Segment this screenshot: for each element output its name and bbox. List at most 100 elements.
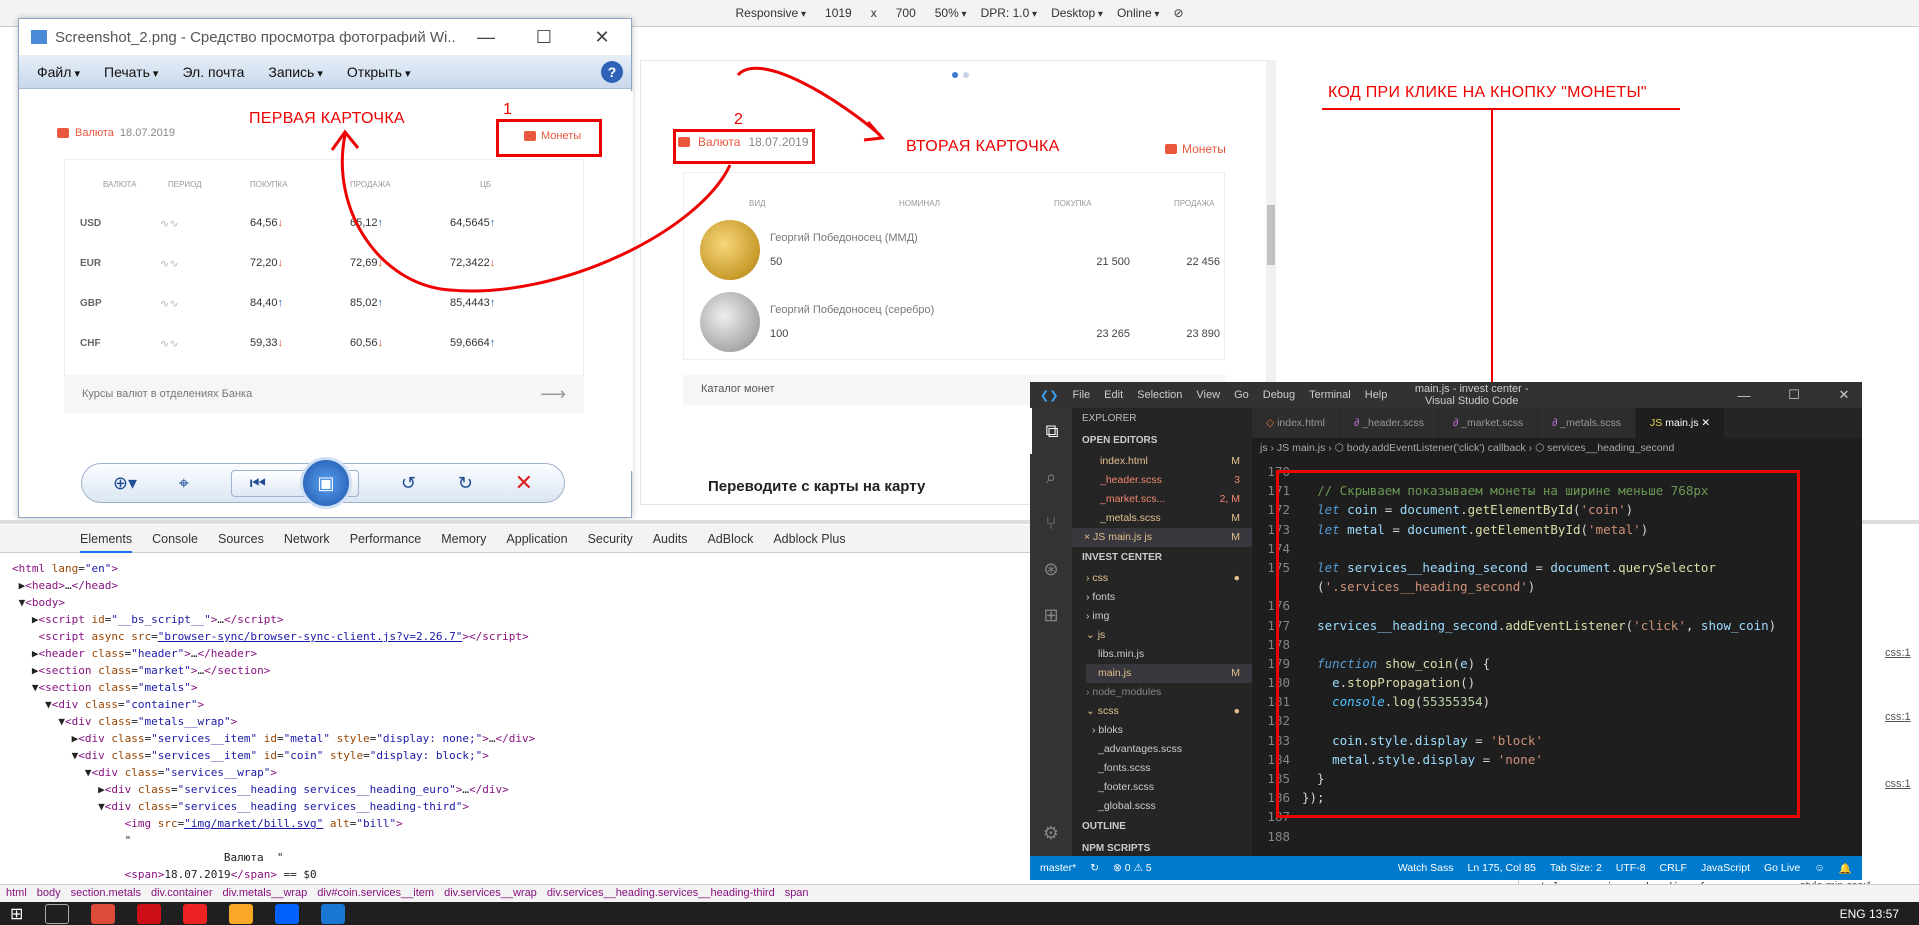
tree-item[interactable]: › node_modules (1086, 683, 1252, 702)
tree-item[interactable]: _advantages.scss (1086, 740, 1252, 759)
explorer-icon[interactable]: ⧉ (1030, 408, 1072, 454)
tree-item[interactable]: _global.scss (1086, 797, 1252, 816)
height-input[interactable]: 700 (891, 4, 921, 22)
tree-item[interactable]: libs.min.js (1086, 645, 1252, 664)
explorer-folder-icon[interactable] (229, 903, 254, 924)
tab-sources[interactable]: Sources (218, 532, 264, 546)
crumb[interactable]: div.services__heading.services__heading-… (547, 887, 775, 900)
menu-selection[interactable]: Selection (1137, 389, 1182, 401)
network-select[interactable]: Online (1117, 6, 1160, 20)
feedback-icon[interactable]: ☺ (1814, 862, 1825, 874)
watch-sass-button[interactable]: Watch Sass (1398, 862, 1454, 874)
tree-item[interactable]: _fonts.scss (1086, 759, 1252, 778)
tab-memory[interactable]: Memory (441, 532, 486, 546)
tree-item[interactable]: › fonts (1086, 588, 1252, 607)
problems-count[interactable]: ⊗ 0 ⚠ 5 (1113, 862, 1152, 874)
yandex-icon[interactable] (183, 903, 208, 924)
card1-currency-tab[interactable]: Валюта 18.07.2019 (57, 127, 175, 139)
crumb[interactable]: div.container (151, 887, 213, 900)
dropbox-icon[interactable] (275, 903, 300, 924)
menu-file[interactable]: File (1072, 389, 1090, 401)
style-source-link[interactable]: css:1 (1885, 711, 1911, 723)
card2-coins-button[interactable]: Монеты (1165, 142, 1226, 156)
git-branch[interactable]: master* (1040, 862, 1076, 874)
tab-console[interactable]: Console (152, 532, 198, 546)
tree-item[interactable]: › css ● (1086, 569, 1252, 588)
rotate-icon[interactable]: ⊘ (1173, 6, 1183, 20)
minimize-button[interactable]: — (457, 27, 515, 48)
rotate-left-icon[interactable]: ↺ (401, 473, 416, 494)
tab-audits[interactable]: Audits (653, 532, 688, 546)
menu-file[interactable]: Файл (37, 64, 80, 80)
cursor-position[interactable]: Ln 175, Col 85 (1468, 862, 1536, 874)
minimize-button[interactable]: — (1726, 388, 1762, 403)
tab-security[interactable]: Security (588, 532, 633, 546)
chrome-icon[interactable] (91, 903, 116, 924)
menu-burn[interactable]: Запись (268, 64, 323, 80)
sync-icon[interactable]: ↻ (1090, 862, 1099, 874)
width-input[interactable]: 1019 (820, 4, 857, 22)
menu-print[interactable]: Печать (104, 64, 158, 80)
tree-item[interactable]: ⌄ scss ● (1086, 702, 1252, 721)
tab-adblock-plus[interactable]: Adblock Plus (773, 532, 845, 546)
style-source-link[interactable]: css:1 (1885, 647, 1911, 659)
windows-start-icon[interactable]: ⊞ (10, 904, 23, 924)
maximize-button[interactable]: ☐ (515, 27, 573, 48)
bell-icon[interactable]: 🔔 (1839, 862, 1852, 875)
tab-main-js[interactable]: JS main.js ✕ (1635, 408, 1726, 438)
menu-terminal[interactable]: Terminal (1309, 389, 1351, 401)
crumb[interactable]: div.services__wrap (444, 887, 537, 900)
tab-application[interactable]: Application (506, 532, 567, 546)
style-source-link[interactable]: css:1 (1885, 778, 1911, 790)
encoding[interactable]: UTF-8 (1616, 862, 1646, 874)
slider-dots[interactable] (952, 72, 969, 78)
crumb[interactable]: body (37, 887, 61, 900)
project-heading[interactable]: INVEST CENTER (1072, 547, 1252, 569)
settings-gear-icon[interactable]: ⚙ (1030, 810, 1072, 856)
table-row[interactable]: CHF ∿∿ 59,33↓ 60,56↓ 59,6664↑ (65, 323, 583, 363)
vscode-taskbar-icon[interactable] (321, 903, 346, 924)
currency-footer-link[interactable]: Курсы валют в отделениях Банка ⟶ (64, 375, 584, 413)
line-ending[interactable]: CRLF (1660, 862, 1687, 874)
language-mode[interactable]: JavaScript (1701, 862, 1750, 874)
open-file-item[interactable]: _metals.scss M (1100, 509, 1252, 528)
tab-adblock[interactable]: AdBlock (707, 532, 753, 546)
crumb[interactable]: section.metals (71, 887, 141, 900)
dpr-select[interactable]: DPR: 1.0 (981, 6, 1038, 20)
source-control-icon[interactable]: ⑂ (1030, 500, 1072, 546)
maximize-button[interactable]: ☐ (1776, 387, 1812, 403)
tab-header-scss[interactable]: ∂ _header.scss (1339, 408, 1440, 438)
zoom-icon[interactable]: ⊕▾ (113, 473, 137, 494)
crumb[interactable]: html (6, 887, 27, 900)
rotate-right-icon[interactable]: ↻ (458, 473, 473, 494)
open-file-item[interactable]: index.html M (1100, 452, 1252, 471)
close-button[interactable]: ✕ (1826, 387, 1862, 403)
menu-edit[interactable]: Edit (1104, 389, 1123, 401)
crumb[interactable]: span (785, 887, 809, 900)
task-view-icon[interactable] (45, 903, 70, 924)
delete-icon[interactable]: ✕ (515, 470, 533, 496)
tree-item[interactable]: › img (1086, 607, 1252, 626)
open-file-item[interactable]: _market.scs... 2, M (1100, 490, 1252, 509)
tab-elements[interactable]: Elements (80, 532, 133, 553)
extensions-icon[interactable]: ⊞ (1030, 592, 1072, 638)
tab-market-scss[interactable]: ∂ _market.scss (1439, 408, 1539, 438)
open-file-item[interactable]: × JS main.js js M (1072, 528, 1252, 547)
open-editors-heading[interactable]: OPEN EDITORS (1072, 430, 1252, 452)
tree-item[interactable]: › bloks (1086, 721, 1252, 740)
go-live-button[interactable]: Go Live (1764, 862, 1800, 874)
tree-item[interactable]: _footer.scss (1086, 778, 1252, 797)
crumb[interactable]: div#coin.services__item (317, 887, 434, 900)
previous-icon[interactable]: ⏮ (250, 473, 266, 494)
menu-go[interactable]: Go (1234, 389, 1249, 401)
fit-icon[interactable]: ⌖ (179, 473, 189, 494)
tab-metals-scss[interactable]: ∂ _metals.scss (1538, 408, 1636, 438)
zoom-select[interactable]: 50% (935, 6, 967, 20)
crumb[interactable]: div.metals__wrap (223, 887, 308, 900)
mode-select[interactable]: Desktop (1051, 6, 1103, 20)
language-indicator[interactable]: ENG (1840, 907, 1866, 921)
dom-tree[interactable]: <html lang="en"> ▶<head>…</head> ▼<body>… (0, 555, 1030, 885)
tree-item[interactable]: ⌄ js (1086, 626, 1252, 645)
opera-icon[interactable] (137, 903, 162, 924)
menu-help[interactable]: Help (1365, 389, 1388, 401)
